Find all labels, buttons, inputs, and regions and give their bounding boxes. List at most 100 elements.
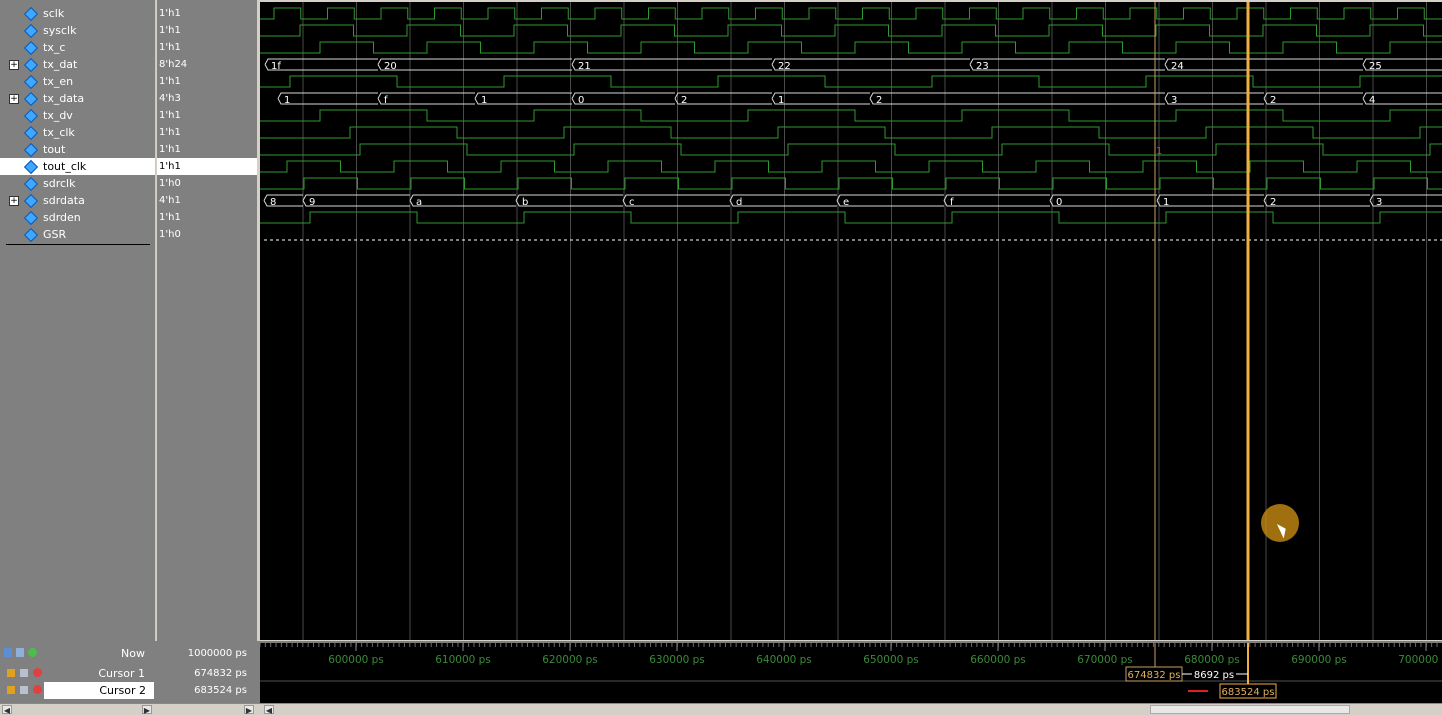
signal-row[interactable]: tout_clk	[0, 158, 155, 175]
cursor-names: Now 1000000 ps Cursor 1 674832 ps Cursor…	[0, 643, 255, 703]
bus-value: 0	[1056, 197, 1062, 208]
cursor1-label[interactable]: Cursor 1	[90, 665, 145, 682]
signal-row[interactable]: tx_dv	[0, 107, 155, 124]
bus-value: f	[384, 95, 388, 106]
signal-name: sclk	[43, 7, 65, 20]
signal-diamond-icon	[23, 142, 39, 158]
gsr-divider	[6, 244, 150, 245]
signal-row[interactable]: tx_en	[0, 73, 155, 90]
timeline-tick-label: 660000 ps	[970, 654, 1026, 666]
signal-row[interactable]: + tx_data	[0, 90, 155, 107]
bus-value: 1	[481, 95, 487, 106]
signal-diamond-icon	[23, 176, 39, 192]
waveform-canvas[interactable]: 1f 20 21 22 23 24 251 f 1 0 2 1 2 3 2 48 9 a b c d e f 0 1 2 31	[260, 2, 1442, 640]
bus-value: d	[736, 197, 742, 208]
bus-segment	[969, 58, 1165, 71]
scroll-left-arrow-icon[interactable]: ◀	[2, 705, 12, 715]
bus-value: 9	[309, 197, 315, 208]
now-label: Now	[121, 647, 145, 660]
timeline-tick-label: 690000 ps	[1291, 654, 1347, 666]
signal-row[interactable]: sysclk	[0, 22, 155, 39]
signal-value: 4'h3	[159, 93, 181, 104]
bus-segment	[836, 194, 944, 207]
remove-cursor-icon[interactable]	[33, 668, 42, 677]
signal-row[interactable]: tx_clk	[0, 124, 155, 141]
bus-value: e	[843, 197, 849, 208]
clock-waveform	[260, 211, 1442, 224]
bus-value: 20	[384, 61, 397, 72]
signal-name: sdrclk	[43, 177, 76, 190]
bus-value: a	[416, 197, 422, 208]
signal-value: 1'h1	[159, 144, 181, 155]
bus-segment	[377, 92, 475, 105]
bus-segment	[1164, 58, 1363, 71]
bus-value: 3	[1376, 197, 1382, 208]
signal-row[interactable]: GSR	[0, 226, 155, 243]
bus-value: 8	[270, 197, 276, 208]
signal-diamond-icon	[23, 91, 39, 107]
horizontal-scrollbar[interactable]: ◀ ▶ ▶ ◀	[0, 703, 1442, 715]
bus-value: 22	[778, 61, 791, 72]
now-value: 1000000 ps	[187, 648, 247, 659]
bus-value: 23	[976, 61, 989, 72]
signal-row[interactable]: sclk	[0, 5, 155, 22]
signal-row[interactable]: sdrden	[0, 209, 155, 226]
timeline-ruler[interactable]: 600000 ps 610000 ps 620000 ps 630000 ps 6400…	[259, 643, 1442, 703]
signal-name: tx_dv	[43, 109, 73, 122]
bus-segment	[771, 92, 870, 105]
bus-value: 2	[681, 95, 687, 106]
add-cursor-icon[interactable]	[4, 648, 12, 657]
cursor2-timestamp: 683524 ps	[1222, 687, 1275, 698]
wrench-icon[interactable]	[20, 669, 28, 677]
signal-diamond-icon	[23, 23, 39, 39]
bus-segment	[1049, 194, 1157, 207]
signal-name: tx_en	[43, 75, 74, 88]
signal-row[interactable]: tx_c	[0, 39, 155, 56]
waveform-area[interactable]: 1f 20 21 22 23 24 25 1 f 1 0 2 1 2 3 2 4 8 9 a b c d e f 0 1 2 3 1	[260, 2, 1442, 640]
signal-name: sdrden	[43, 211, 81, 224]
expand-icon[interactable]: +	[9, 94, 19, 104]
lock-icon[interactable]	[7, 686, 15, 694]
expand-icon[interactable]: +	[9, 60, 19, 70]
clock-waveform	[260, 177, 1442, 190]
cursor1-icons[interactable]	[0, 665, 50, 682]
bus-value: c	[629, 197, 635, 208]
bus-value: 1f	[271, 61, 281, 72]
scroll-right-arrow-icon[interactable]: ▶	[244, 705, 254, 715]
timeline-tick-label: 670000 ps	[1077, 654, 1133, 666]
clock-waveform	[260, 109, 1442, 122]
signal-value: 1'h1	[159, 8, 181, 19]
signal-names-panel: sclk sysclk tx_c + tx_dat tx_en + tx_data tx_dvt…	[0, 0, 156, 641]
wrench-icon[interactable]	[20, 686, 28, 694]
cursor2-icons[interactable]	[0, 682, 50, 699]
signal-diamond-icon	[23, 125, 39, 141]
signal-value: 8'h24	[159, 59, 188, 70]
bus-segment	[674, 92, 772, 105]
scroll-thumb[interactable]	[1150, 705, 1350, 714]
bus-value: 24	[1171, 61, 1184, 72]
bus-segment	[1263, 92, 1363, 105]
cursor2-label[interactable]: Cursor 2	[44, 682, 154, 699]
signal-value: 1'h1	[159, 76, 181, 87]
bus-value: b	[522, 197, 528, 208]
bus-segment	[515, 194, 623, 207]
timeline-canvas[interactable]: 600000 ps 610000 ps 620000 ps 630000 ps 6400…	[259, 643, 1442, 703]
delete-cursor-icon[interactable]	[16, 648, 24, 657]
scroll-left-arrow-icon[interactable]: ◀	[264, 705, 274, 715]
scroll-right-arrow-icon[interactable]: ▶	[142, 705, 152, 715]
lock-icon[interactable]	[7, 669, 15, 677]
timeline-tick-label: 650000 ps	[863, 654, 919, 666]
toolbar-icons[interactable]	[0, 645, 37, 662]
signal-row[interactable]: + sdrdata	[0, 192, 155, 209]
bus-value: 2	[1270, 197, 1276, 208]
cursor-marker: 1	[1156, 146, 1162, 157]
signal-row[interactable]: tout	[0, 141, 155, 158]
signal-row[interactable]: sdrclk	[0, 175, 155, 192]
signal-diamond-icon	[23, 159, 39, 175]
signal-row[interactable]: + tx_dat	[0, 56, 155, 73]
signal-name: sdrdata	[43, 194, 85, 207]
expand-icon[interactable]: +	[9, 196, 19, 206]
clock-waveform	[260, 75, 1442, 88]
plus-circle-icon[interactable]	[28, 648, 37, 657]
remove-cursor-icon[interactable]	[33, 685, 42, 694]
